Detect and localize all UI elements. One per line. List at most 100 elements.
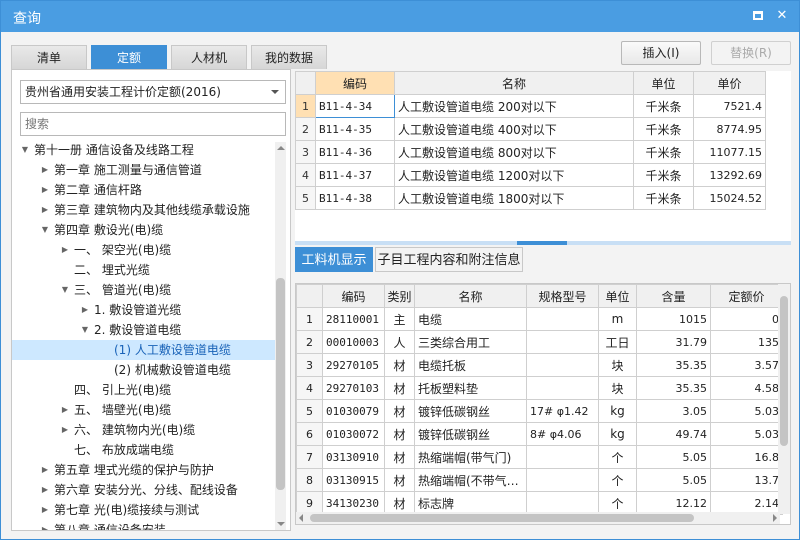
- resource-spec[interactable]: 17# φ1.42: [526, 399, 599, 423]
- resource-code[interactable]: 28110001: [322, 307, 385, 331]
- table-row[interactable]: 5 B11-4-38 人工敷设管道电缆 1800对以下 千米条 15024.52: [295, 186, 766, 210]
- quota-name[interactable]: 人工敷设管道电缆 400对以下: [394, 117, 634, 141]
- resource-unit[interactable]: 工日: [598, 330, 637, 354]
- collapse-arrow-icon[interactable]: ▼: [80, 320, 90, 340]
- tree-item[interactable]: ▼ 2. 敷设管道电缆: [12, 320, 275, 340]
- row-number[interactable]: 2: [295, 117, 316, 141]
- resource-type[interactable]: 材: [384, 445, 415, 469]
- resource-name[interactable]: 电缆: [414, 307, 527, 331]
- resource-quantity[interactable]: 5.05: [636, 468, 711, 492]
- resource-type[interactable]: 材: [384, 353, 415, 377]
- resource-type[interactable]: 主: [384, 307, 415, 331]
- quota-code[interactable]: B11-4-36: [315, 140, 395, 164]
- tree-item[interactable]: ▶ 第七章 光(电)缆接续与测试: [12, 500, 275, 520]
- resource-name[interactable]: 热缩端帽(不带气…: [414, 468, 527, 492]
- search-input[interactable]: 搜索: [20, 112, 286, 136]
- tree-item[interactable]: 四、 引上光(电)缆: [12, 380, 275, 400]
- col-header-name[interactable]: 名称: [414, 284, 527, 308]
- resource-quantity[interactable]: 49.74: [636, 422, 711, 446]
- col-header-type[interactable]: 类别: [384, 284, 415, 308]
- row-number[interactable]: 4: [295, 163, 316, 187]
- tree-item[interactable]: ▼ 三、 管道光(电)缆: [12, 280, 275, 300]
- resource-code[interactable]: 01030079: [322, 399, 385, 423]
- quota-price[interactable]: 15024.52: [693, 186, 766, 210]
- tab-my-data[interactable]: 我的数据: [251, 45, 327, 69]
- row-number[interactable]: 1: [296, 307, 323, 331]
- expand-arrow-icon[interactable]: ▶: [60, 420, 70, 440]
- resource-name[interactable]: 热缩端帽(带气门): [414, 445, 527, 469]
- resource-quota-price[interactable]: 135: [710, 330, 783, 354]
- splitter-grip[interactable]: [517, 241, 567, 245]
- resource-code[interactable]: 29270105: [322, 353, 385, 377]
- col-header-name[interactable]: 名称: [394, 71, 634, 95]
- table-row[interactable]: 3 B11-4-36 人工敷设管道电缆 800对以下 千米条 11077.15: [295, 140, 766, 164]
- resource-spec[interactable]: [526, 307, 599, 331]
- tab-bill[interactable]: 清单: [11, 45, 87, 69]
- table-row[interactable]: 6 01030072 材镀锌低碳钢丝 8# φ4.06 kg 49.74 5.03: [296, 422, 783, 446]
- quota-unit[interactable]: 千米条: [633, 186, 694, 210]
- resource-unit[interactable]: kg: [598, 399, 637, 423]
- tree-item[interactable]: (1) 人工敷设管道电缆: [12, 340, 275, 360]
- quota-unit[interactable]: 千米条: [633, 163, 694, 187]
- quota-code[interactable]: B11-4-34: [315, 94, 395, 118]
- tree-item[interactable]: ▶ 第一章 施工测量与通信管道: [12, 160, 275, 180]
- title-bar[interactable]: 查询 ✕: [1, 1, 799, 32]
- col-header-quota-price[interactable]: 定额价: [710, 284, 783, 308]
- resource-code[interactable]: 03130910: [322, 445, 385, 469]
- col-header-code[interactable]: 编码: [315, 71, 395, 95]
- expand-arrow-icon[interactable]: ▶: [60, 240, 70, 260]
- table-row[interactable]: 1 B11-4-34 人工敷设管道电缆 200对以下 千米条 7521.4: [295, 94, 766, 118]
- resource-hscroll-thumb[interactable]: [310, 514, 694, 522]
- resource-unit[interactable]: 块: [598, 353, 637, 377]
- resource-quota-price[interactable]: 0: [710, 307, 783, 331]
- tree-item[interactable]: ▶ 一、 架空光(电)缆: [12, 240, 275, 260]
- collapse-arrow-icon[interactable]: ▼: [20, 140, 30, 160]
- resource-vscrollbar[interactable]: [778, 284, 790, 514]
- row-number[interactable]: 3: [296, 353, 323, 377]
- col-header-unit[interactable]: 单位: [598, 284, 637, 308]
- replace-button[interactable]: 替换(R): [711, 41, 791, 65]
- resource-code[interactable]: 03130915: [322, 468, 385, 492]
- expand-arrow-icon[interactable]: ▶: [40, 200, 50, 220]
- close-icon[interactable]: ✕: [773, 7, 791, 25]
- resource-quantity[interactable]: 1015: [636, 307, 711, 331]
- tab-labor-material-machine[interactable]: 人材机: [171, 45, 247, 69]
- resource-spec[interactable]: [526, 376, 599, 400]
- scroll-down-icon[interactable]: [277, 522, 285, 526]
- resource-spec[interactable]: [526, 330, 599, 354]
- resource-quantity[interactable]: 35.35: [636, 353, 711, 377]
- resource-spec[interactable]: [526, 353, 599, 377]
- expand-arrow-icon[interactable]: ▶: [40, 180, 50, 200]
- col-header-quantity[interactable]: 含量: [636, 284, 711, 308]
- resource-code[interactable]: 01030072: [322, 422, 385, 446]
- tree-item[interactable]: ▼ 第十一册 通信设备及线路工程: [12, 140, 275, 160]
- tree-item[interactable]: 二、 埋式光缆: [12, 260, 275, 280]
- scroll-right-icon[interactable]: [773, 514, 777, 522]
- table-row[interactable]: 4 B11-4-37 人工敷设管道电缆 1200对以下 千米条 13292.69: [295, 163, 766, 187]
- quota-select[interactable]: 贵州省通用安装工程计价定额(2016): [20, 80, 286, 104]
- tree-scroll-thumb[interactable]: [276, 278, 285, 490]
- row-number[interactable]: 6: [296, 422, 323, 446]
- quota-code[interactable]: B11-4-35: [315, 117, 395, 141]
- tab-labor-material-display[interactable]: 工料机显示: [295, 247, 373, 272]
- table-row[interactable]: 2 00010003 人三类综合用工 工日 31.79 135: [296, 330, 783, 354]
- tree-item[interactable]: ▶ 第六章 安装分光、分线、配线设备: [12, 480, 275, 500]
- expand-arrow-icon[interactable]: ▶: [40, 160, 50, 180]
- expand-arrow-icon[interactable]: ▶: [40, 460, 50, 480]
- resource-unit[interactable]: kg: [598, 422, 637, 446]
- tree-item[interactable]: (2) 机械敷设管道电缆: [12, 360, 275, 380]
- resource-quantity[interactable]: 35.35: [636, 376, 711, 400]
- quota-code[interactable]: B11-4-38: [315, 186, 395, 210]
- resource-unit[interactable]: m: [598, 307, 637, 331]
- col-header-price[interactable]: 单价: [693, 71, 766, 95]
- resource-spec[interactable]: [526, 445, 599, 469]
- resource-unit[interactable]: 个: [598, 468, 637, 492]
- resource-code[interactable]: 29270103: [322, 376, 385, 400]
- table-row[interactable]: 8 03130915 材热缩端帽(不带气… 个 5.05 13.7: [296, 468, 783, 492]
- resource-quantity[interactable]: 31.79: [636, 330, 711, 354]
- tree-item[interactable]: ▶ 第三章 建筑物内及其他线缆承载设施: [12, 200, 275, 220]
- tree-item[interactable]: ▶ 五、 墙壁光(电)缆: [12, 400, 275, 420]
- row-number[interactable]: 3: [295, 140, 316, 164]
- resource-type[interactable]: 材: [384, 422, 415, 446]
- resource-name[interactable]: 镀锌低碳钢丝: [414, 399, 527, 423]
